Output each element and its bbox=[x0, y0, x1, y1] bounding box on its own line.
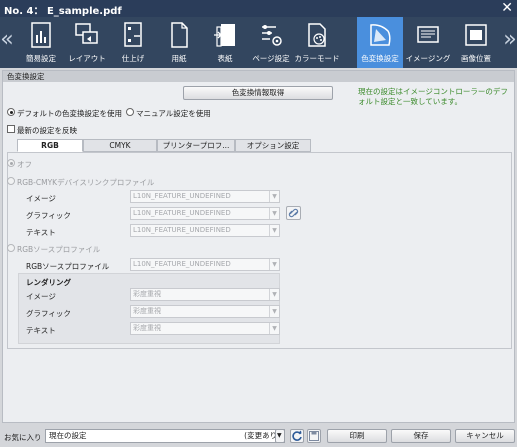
graphic-value: L10N_FEATURE_UNDEFINED bbox=[133, 209, 231, 217]
rendering-text-value: 彩度重視 bbox=[133, 324, 161, 332]
color-mode-icon bbox=[308, 23, 326, 47]
toolbar-next-button[interactable]: » bbox=[503, 25, 517, 59]
cancel-button[interactable]: キャンセル bbox=[455, 429, 515, 443]
rendering-graphic-label: グラフィック bbox=[26, 309, 71, 318]
radio-devicelink-label: RGB-CMYKデバイスリンクプロファイル bbox=[17, 178, 155, 187]
favorites-label: お気に入り bbox=[4, 433, 42, 442]
text-value: L10N_FEATURE_UNDEFINED bbox=[133, 226, 231, 234]
status-note: 現在の設定はイメージコントローラーのデフォルト設定と一致しています。 bbox=[358, 87, 508, 106]
toolbar-label: 画像位置 bbox=[461, 54, 491, 63]
toolbar-item-color-conversion[interactable]: 色変換設定 bbox=[357, 17, 403, 68]
tab-cmyk[interactable]: CMYK bbox=[83, 139, 157, 152]
text-label: テキスト bbox=[26, 228, 56, 237]
chevron-down-icon: ▼ bbox=[269, 289, 279, 300]
radio-default-label: デフォルトの色変換設定を使用 bbox=[17, 109, 122, 118]
graphic-label: グラフィック bbox=[26, 211, 71, 220]
favorites-dropdown-button[interactable]: ▼ bbox=[275, 429, 285, 443]
refresh-icon bbox=[292, 430, 302, 441]
toolbar-item-layout[interactable]: レイアウト bbox=[64, 17, 110, 68]
radio-devicelink[interactable] bbox=[7, 177, 15, 185]
close-icon[interactable]: ✕ bbox=[501, 0, 513, 16]
chevron-down-icon: ▼ bbox=[269, 191, 279, 202]
link-icon bbox=[288, 208, 299, 218]
layout-icon bbox=[75, 23, 98, 44]
section-header: 色変換設定 bbox=[3, 71, 514, 82]
tab-printer-profile[interactable]: プリンタープロフ... bbox=[157, 139, 235, 152]
toolbar-label: カラーモード bbox=[294, 54, 340, 63]
get-color-info-button[interactable]: 色変換情報取得 bbox=[183, 86, 333, 100]
favorites-value: 現在の設定 bbox=[49, 431, 87, 440]
save-favorite-button[interactable] bbox=[307, 429, 321, 443]
rendering-header: レンダリング bbox=[26, 278, 71, 287]
image-select[interactable]: L10N_FEATURE_UNDEFINED ▼ bbox=[130, 190, 280, 203]
imaging-icon bbox=[417, 26, 439, 43]
chevron-down-icon: ▼ bbox=[269, 208, 279, 219]
radio-off-label: オフ bbox=[17, 160, 32, 169]
toolbar-item-color-mode[interactable]: カラーモード bbox=[294, 17, 340, 68]
source-profile-value: L10N_FEATURE_UNDEFINED bbox=[133, 260, 231, 268]
image-label: イメージ bbox=[26, 194, 56, 203]
text-select[interactable]: L10N_FEATURE_UNDEFINED ▼ bbox=[130, 224, 280, 237]
radio-off[interactable] bbox=[7, 159, 15, 167]
page-setting-icon bbox=[262, 25, 282, 46]
source-profile-select[interactable]: L10N_FEATURE_UNDEFINED ▼ bbox=[130, 258, 280, 271]
toolbar-item-paper[interactable]: 用紙 bbox=[156, 17, 202, 68]
paper-icon bbox=[171, 22, 188, 48]
tab-rgb[interactable]: RGB bbox=[17, 139, 83, 152]
chevron-down-icon: ▼ bbox=[269, 259, 279, 270]
title-bar: No. 4： E_sample.pdf ✕ bbox=[0, 0, 517, 17]
chevron-down-icon: ▼ bbox=[269, 306, 279, 317]
chevron-down-icon: ▼ bbox=[269, 225, 279, 236]
toolbar-label: 色変換設定 bbox=[361, 54, 399, 63]
toolbar-prev-button[interactable]: « bbox=[0, 25, 14, 59]
radio-source-profile[interactable] bbox=[7, 244, 15, 252]
chevron-down-icon: ▼ bbox=[277, 432, 282, 439]
color-conversion-icon bbox=[370, 24, 391, 46]
radio-manual[interactable] bbox=[126, 108, 134, 116]
rendering-image-label: イメージ bbox=[26, 292, 56, 301]
source-profile-label: RGBソースプロファイル bbox=[26, 262, 110, 271]
chevron-down-icon: ▼ bbox=[269, 323, 279, 334]
latest-setting-label: 最新の設定を反映 bbox=[17, 126, 77, 135]
quick-setting-icon bbox=[31, 22, 51, 48]
content-area: 色変換設定 色変換情報取得 現在の設定はイメージコントローラーのデフォルト設定と… bbox=[2, 70, 515, 423]
rendering-image-select[interactable]: 彩度重視 ▼ bbox=[130, 288, 280, 301]
bottom-bar: お気に入り 現在の設定 (変更あり) ▼ 印刷 保存 キャンセル bbox=[0, 425, 517, 447]
rendering-graphic-select[interactable]: 彩度重視 ▼ bbox=[130, 305, 280, 318]
rendering-text-label: テキスト bbox=[26, 326, 56, 335]
rendering-text-select[interactable]: 彩度重視 ▼ bbox=[130, 322, 280, 335]
toolbar-item-cover[interactable]: 表紙 bbox=[202, 17, 248, 68]
toolbar-label: イメージング bbox=[405, 54, 451, 63]
latest-setting-checkbox[interactable] bbox=[7, 125, 15, 133]
toolbar-item-quick-setting[interactable]: 簡易設定 bbox=[18, 17, 64, 68]
radio-default[interactable] bbox=[7, 108, 15, 116]
toolbar-item-page-setting[interactable]: ページ設定 bbox=[248, 17, 294, 68]
tab-option-setting[interactable]: オプション設定 bbox=[235, 139, 311, 152]
radio-source-profile-label: RGBソースプロファイル bbox=[17, 245, 101, 254]
toolbar-item-imaging[interactable]: イメージング bbox=[405, 17, 451, 68]
print-button[interactable]: 印刷 bbox=[327, 429, 387, 443]
save-button[interactable]: 保存 bbox=[391, 429, 451, 443]
toolbar-item-image-position[interactable]: 画像位置 bbox=[453, 17, 499, 68]
link-button[interactable] bbox=[286, 206, 301, 220]
rendering-image-value: 彩度重視 bbox=[133, 290, 161, 298]
radio-manual-label: マニュアル設定を使用 bbox=[136, 109, 211, 118]
rendering-graphic-value: 彩度重視 bbox=[133, 307, 161, 315]
refresh-button[interactable] bbox=[290, 429, 304, 443]
cover-icon bbox=[214, 24, 235, 47]
graphic-select[interactable]: L10N_FEATURE_UNDEFINED ▼ bbox=[130, 207, 280, 220]
toolbar: « 簡易設定 レイアウト 仕上げ 用紙 表紙 ページ設定 カラーモード 色変換設… bbox=[0, 17, 517, 68]
window-title: No. 4： E_sample.pdf bbox=[4, 6, 122, 17]
toolbar-item-finishing[interactable]: 仕上げ bbox=[110, 17, 156, 68]
favorites-select[interactable]: 現在の設定 (変更あり) bbox=[45, 429, 285, 443]
disk-icon bbox=[309, 431, 319, 441]
finishing-icon bbox=[124, 22, 142, 47]
image-position-icon bbox=[465, 24, 487, 46]
image-value: L10N_FEATURE_UNDEFINED bbox=[133, 192, 231, 200]
